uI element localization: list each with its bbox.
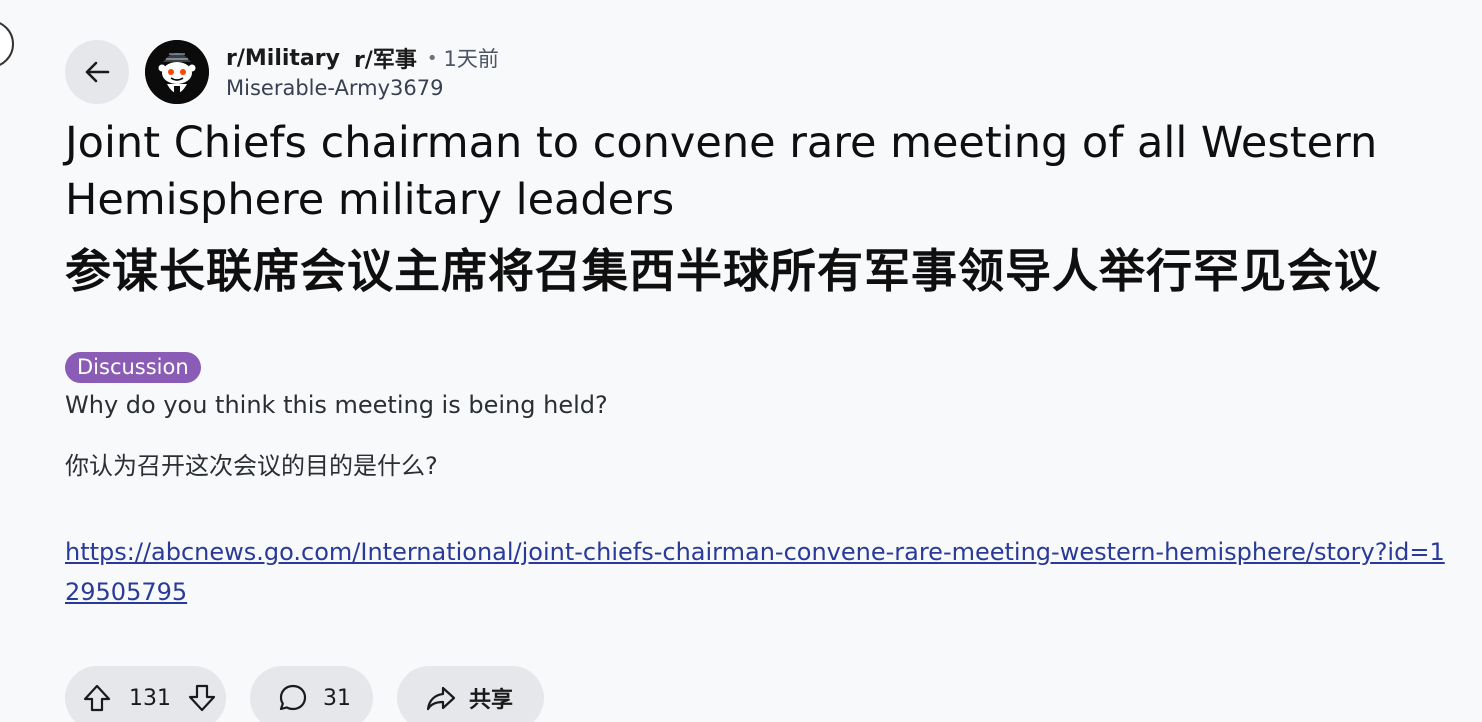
arrow-down-icon — [188, 684, 216, 712]
arrow-left-icon — [85, 61, 110, 83]
post-time: 1天前 — [443, 47, 499, 71]
vote-count: 131 — [129, 685, 171, 711]
post-body-translation: 你认为召开这次会议的目的是什么? — [65, 452, 438, 480]
upvote-button[interactable] — [81, 682, 113, 714]
share-arrow-icon — [426, 686, 456, 711]
subreddit-link[interactable]: r/Military — [226, 46, 340, 71]
post-body-text: Why do you think this meeting is being h… — [65, 391, 608, 419]
meta-separator: • — [426, 47, 438, 69]
back-button[interactable] — [65, 40, 129, 104]
article-link[interactable]: https://abcnews.go.com/International/joi… — [65, 532, 1455, 612]
comment-count: 31 — [323, 685, 351, 711]
share-label: 共享 — [469, 688, 514, 713]
vote-bar: 131 — [65, 666, 226, 722]
post-meta-line: r/Military r/军事 • 1天前 — [226, 42, 499, 74]
post-title: Joint Chiefs chairman to convene rare me… — [65, 118, 1378, 225]
flair-badge[interactable]: Discussion — [65, 352, 201, 383]
arrow-up-icon — [83, 684, 111, 712]
post-meta: r/Military r/军事 • 1天前 Miserable-Army3679 — [226, 42, 499, 104]
post-title-translation: 参谋长联席会议主席将召集西半球所有军事领导人举行罕见会议 — [65, 244, 1381, 298]
subreddit-avatar[interactable] — [145, 40, 209, 104]
comments-button[interactable]: 31 — [250, 666, 373, 722]
subreddit-translated: r/军事 — [353, 48, 417, 73]
downvote-button[interactable] — [186, 682, 218, 714]
edge-circle-button[interactable] — [0, 20, 14, 68]
share-button[interactable]: 共享 — [397, 666, 544, 722]
snoo-avatar-icon — [145, 40, 209, 104]
post-page: r/Military r/军事 • 1天前 Miserable-Army3679… — [0, 0, 1482, 722]
author-link[interactable]: Miserable-Army3679 — [226, 76, 499, 100]
speech-bubble-icon — [279, 684, 307, 711]
